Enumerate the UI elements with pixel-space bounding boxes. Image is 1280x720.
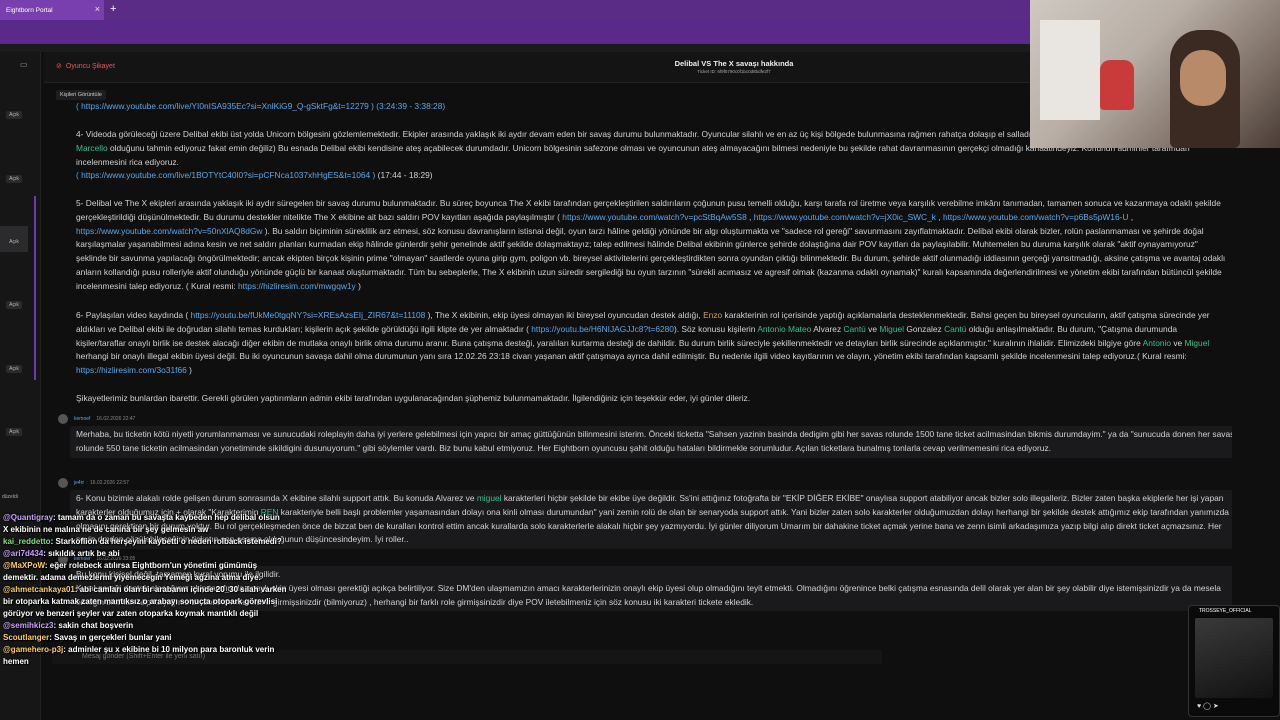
video-link[interactable]: https://www.youtube.com/watch?v=jX0ic_SW… — [754, 212, 936, 222]
chat-text: : sakin chat boşverin — [53, 621, 134, 630]
paragraph-text: herhangi bir onaylı illegal ekibin üyesi… — [76, 351, 1187, 362]
chat-text: X ekibinin ne malına ne de canına bir şe… — [3, 525, 209, 534]
paragraph-text: 4- Videoda görüleceği üzere Delibal ekib… — [76, 129, 1193, 139]
chat-message: @Quantigray: tamam da o zaman bu savaşta… — [0, 512, 290, 524]
character-name: Antonio — [1142, 337, 1172, 348]
closing-paragraph: Şikayetlerimiz bunlardan ibarettir. Gere… — [76, 393, 751, 403]
message-text: 6- Konu bizimle alakalı rolde gelişen du… — [76, 493, 475, 503]
character-name: Enzo — [703, 310, 723, 320]
sidebar-footer-label: düzeldi — [2, 494, 18, 500]
video-link[interactable]: https://youtu.be/H6NIJAGJJc8?t=6280 — [531, 324, 674, 334]
santa-figure — [1100, 60, 1134, 110]
paragraph-text: Gonzalez — [906, 323, 942, 334]
scroll-indicator — [34, 196, 36, 380]
paragraph-text: ve — [1173, 337, 1183, 348]
chat-message: Scoutlanger: Savaş ın gerçekleri bunlar … — [0, 632, 290, 644]
video-link[interactable]: ( https://www.youtube.com/live/YI0nISA93… — [76, 101, 445, 111]
message-header: kemoef 16.02.2026 22:47 — [58, 414, 135, 424]
sidebar-item-status[interactable]: Açık — [6, 301, 22, 309]
new-tab-icon[interactable]: + — [110, 3, 116, 15]
chat-message: kai_reddetto: Starkoflion da herşeyini k… — [0, 536, 290, 548]
close-icon[interactable]: × — [95, 4, 100, 14]
stream-chat-overlay: @Quantigray: tamam da o zaman bu savaşta… — [0, 512, 290, 668]
video-link[interactable]: https://www.youtube.com/watch?v=50nXlAQ8… — [76, 226, 262, 236]
ticket-header: ⊘ Oyuncu Şikayet Delibal VS The X savaşı… — [44, 52, 1030, 83]
chat-message: X ekibinin ne malına ne de canına bir şe… — [0, 524, 290, 536]
background-window — [1040, 20, 1100, 120]
chat-message: @MaXPoW: eğer rolebeck atılırsa Eightbor… — [0, 560, 290, 584]
video-link[interactable]: https://www.youtube.com/watch?v=pcStBqAw… — [562, 212, 746, 222]
chat-text: : Starkoflion da herşeyini kaybetti o ne… — [50, 537, 282, 546]
paragraph-text: 6- Paylaşılan video kaydında ( — [76, 310, 189, 320]
message-timestamp: 16.02.2026 22:47 — [96, 416, 136, 422]
chat-message: @ahmetcankaya01: abi camları olan bir ar… — [0, 584, 290, 620]
sidebar-item-status[interactable]: Açık — [6, 428, 22, 436]
character-name: Cantú — [944, 323, 967, 334]
character-name: Cantú — [843, 323, 866, 334]
chat-text: : sıkıldık artık be abi — [43, 549, 120, 558]
chat-user: kai_reddetto — [3, 537, 51, 546]
message-timestamp: 16.02.2026 22:57 — [90, 480, 129, 486]
paragraph-6: 6- Paylaşılan video kaydında ( https://y… — [76, 309, 1226, 378]
message-header: je4rr 16.02.2026 22:57 — [58, 478, 129, 488]
chat-user: @gamehero-p3j — [3, 645, 64, 654]
paragraph-text: olduğunu tahmin ediyoruz fakat emin deği… — [76, 142, 1190, 167]
view-people-button[interactable]: Kişileri Görüntüle — [56, 90, 106, 100]
avatar — [58, 414, 68, 424]
chat-user: @ari7d434 — [3, 549, 44, 558]
nav-bar — [0, 44, 1030, 52]
chat-message: @gamehero-p3j: adminler şu x ekibine bi … — [0, 644, 290, 668]
character-name: Miguel — [879, 323, 905, 334]
paragraph-text: ), The X ekibinin, ekip üyesi olmayan ik… — [427, 310, 701, 320]
chat-user: @MaXPoW — [3, 561, 45, 570]
sidebar-item-status[interactable]: Açık — [6, 111, 22, 119]
chat-user: @semihkicz3 — [3, 621, 54, 630]
message-body: Merhaba, bu ticketin kötü niyetli yoruml… — [70, 426, 1232, 458]
sidebar-item-status[interactable]: Açık — [6, 238, 22, 246]
chat-message: @semihkicz3: sakin chat boşverin — [0, 620, 290, 632]
message-author[interactable]: kemoef — [74, 416, 90, 422]
chat-user: Scoutlanger — [3, 633, 50, 642]
character-name: miguel — [476, 493, 502, 503]
streamer-face — [1180, 50, 1226, 106]
message-author[interactable]: je4rr — [74, 480, 84, 486]
chat-text: : Savaş ın gerçekleri bunlar yani — [49, 633, 172, 642]
video-link[interactable]: https://youtu.be/fUkMe0tgqNY?si=XREsAzsE… — [191, 310, 426, 320]
paragraph-text: ve — [868, 323, 878, 334]
paragraph-5: 5- Delibal ve The X ekipleri arasında ya… — [76, 198, 1226, 291]
tab-title: Eightborn Portal — [6, 6, 53, 14]
rule-link[interactable]: https://hizliresim.com/mwgqw1y — [238, 281, 356, 291]
chat-user: @Quantigray — [3, 513, 54, 522]
chat-user: @ahmetcankaya01 — [3, 585, 75, 594]
instagram-photo — [1195, 618, 1273, 698]
character-name: Miguel — [1184, 337, 1210, 348]
webcam-overlay — [1030, 0, 1280, 148]
video-link[interactable]: https://www.youtube.com/watch?v=p6Bs5pW1… — [943, 212, 1129, 222]
instagram-card: TROSSEYE_OFFICIAL ♥ ◯ ➤ — [1188, 605, 1280, 717]
sidebar-item-status[interactable]: Açık — [6, 365, 22, 373]
character-name: Marcello — [76, 142, 108, 153]
chat-text: : tamam da o zaman bu savaşta kaybeden h… — [53, 513, 280, 522]
sidebar-toggle-icon[interactable]: ▭ — [20, 60, 32, 70]
sidebar-item-status[interactable]: Açık — [6, 175, 22, 183]
character-name: Antonio Mateo — [757, 323, 812, 334]
instagram-actions: ♥ ◯ ➤ — [1197, 703, 1219, 710]
rule-link[interactable]: https://hizliresim.com/3o31f66 — [76, 365, 187, 375]
paragraph-text: ) — [189, 365, 192, 376]
avatar — [58, 478, 68, 488]
chat-message: @ari7d434: sıkıldık artık be abi — [0, 548, 290, 560]
paragraph-text: ). Söz konusu kişilerin — [673, 323, 756, 334]
paragraph-text: Alvarez — [813, 323, 842, 334]
timestamp-range: (17:44 - 18:29) — [377, 170, 433, 181]
video-link[interactable]: ( https://www.youtube.com/live/1BOTYtC40… — [76, 170, 375, 180]
instagram-username: TROSSEYE_OFFICIAL — [1199, 608, 1252, 614]
browser-tab[interactable]: Eightborn Portal × — [0, 0, 104, 20]
